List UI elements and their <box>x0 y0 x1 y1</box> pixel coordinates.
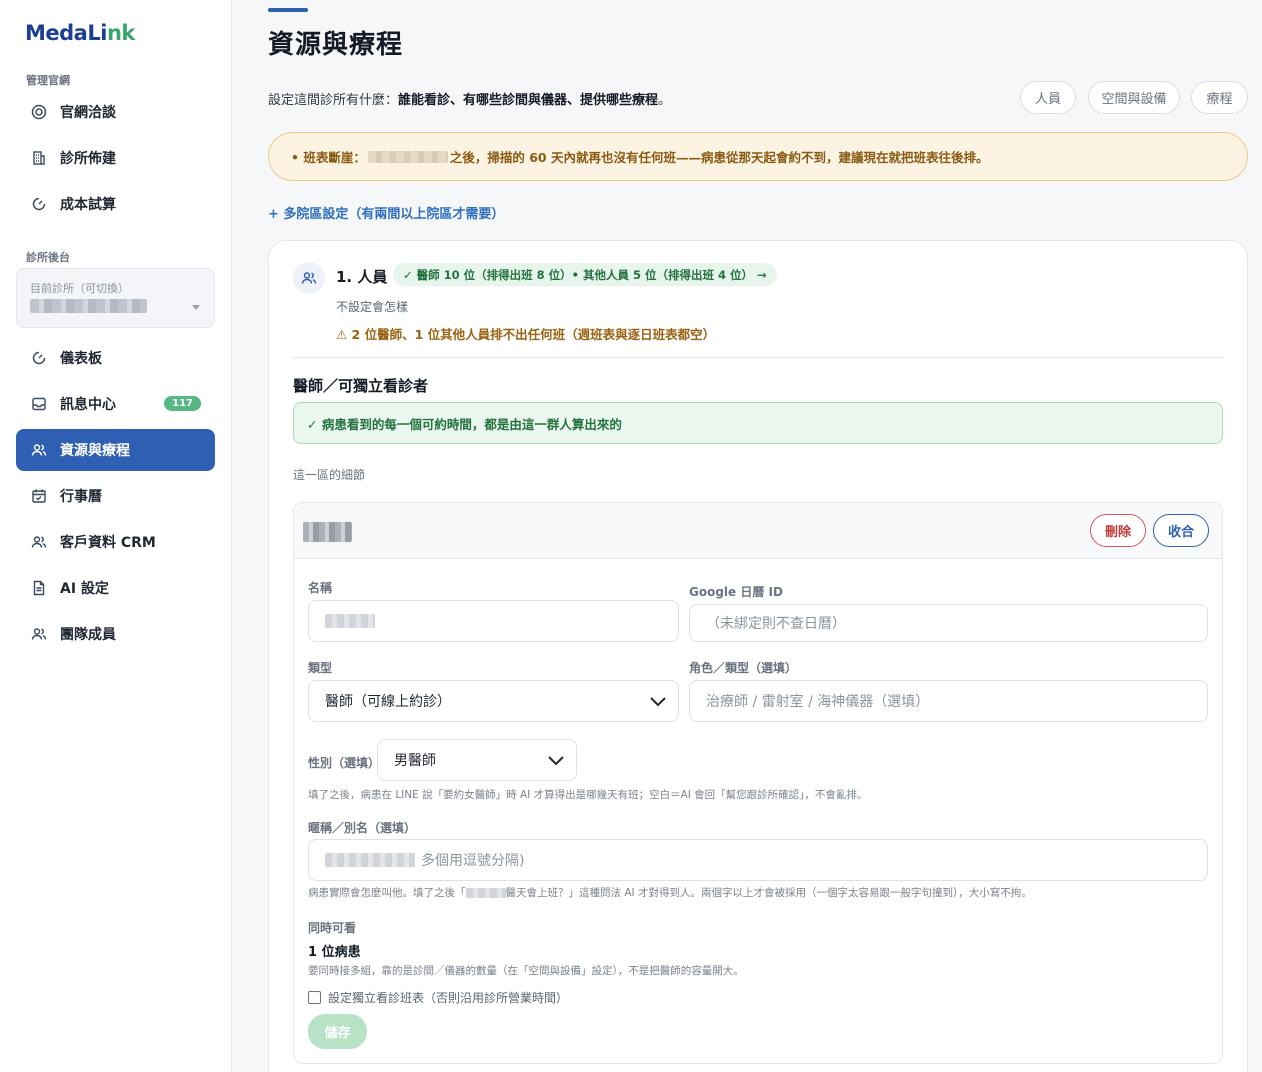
type-select[interactable]: 醫師（可線上約診） <box>308 680 679 722</box>
document-icon <box>30 579 48 597</box>
gcal-id-input[interactable]: （未綁定則不查日曆） <box>689 604 1208 642</box>
section-description: 不設定會怎樣 <box>336 300 409 314</box>
chevron-down-icon <box>192 305 200 310</box>
schedule-cliff-warning: • 班表斷崖： 之後，掃描的 60 天內就再也沒有任何班——病患從那天起會約不到，… <box>268 132 1248 181</box>
gauge-icon <box>30 195 48 213</box>
sidebar-item-label: 客戶資料 CRM <box>60 535 156 551</box>
page-subtitle: 設定這間診所有什麼：誰能看診、有哪些診間與儀器、提供哪些療程。 <box>268 93 672 108</box>
schedule-checkbox-label: 設定獨立看診班表（否則沿用診所營業時間） <box>328 991 569 1005</box>
building-icon <box>30 149 48 167</box>
sidebar-item-dashboard[interactable]: 儀表板 <box>16 337 215 379</box>
sidebar: MedaLink 管理官網 官網洽談 診所佈建 成本試算 診所後台 目前診所（可… <box>0 0 232 1072</box>
sidebar-item-resources[interactable]: 資源與療程 <box>16 429 215 471</box>
jump-pill-staff[interactable]: 人員 <box>1020 81 1076 114</box>
sidebar-item-site-consult[interactable]: 官網洽談 <box>16 91 215 133</box>
role-input[interactable]: 治療師 / 雷射室 / 海神儀器（選填） <box>689 680 1208 722</box>
doctor-editor-header: 刪除 收合 <box>294 503 1222 559</box>
jump-pill-rooms[interactable]: 空間與設備 <box>1088 81 1180 114</box>
type-label: 類型 <box>308 661 333 675</box>
staff-section-card: 1. 人員 ✓ 醫師 10 位（排得出班 8 位）• 其他人員 5 位（排得出班… <box>268 240 1248 1072</box>
sidebar-item-crm[interactable]: 客戶資料 CRM <box>16 521 215 563</box>
sidebar-item-team[interactable]: 團隊成員 <box>16 613 215 655</box>
inbox-icon <box>30 395 48 413</box>
sidebar-item-label: 診所佈建 <box>60 151 116 167</box>
gender-hint: 填了之後，病患在 LINE 說「要約女醫師」時 AI 才算得出是哪幾天有班；空白… <box>308 789 868 801</box>
section-title: 1. 人員 <box>336 268 388 286</box>
name-input[interactable] <box>308 600 679 642</box>
nickname-input[interactable]: 多個用逗號分隔) <box>308 839 1208 881</box>
sidebar-item-ai-settings[interactable]: AI 設定 <box>16 567 215 609</box>
gender-label: 性別（選填） <box>308 756 381 770</box>
clinic-name-redacted <box>30 299 147 313</box>
doctors-heading: 醫師／可獨立看診者 <box>293 377 429 395</box>
delete-button[interactable]: 刪除 <box>1090 514 1146 547</box>
doctors-success-message: ✓ 病患看到的每一個可約時間，都是由這一群人算出來的 <box>293 402 1223 444</box>
name-value-redacted <box>325 614 375 628</box>
concurrent-value: 1 位病患 <box>308 945 361 960</box>
users-icon <box>30 533 48 551</box>
nickname-hint: 病患實際會怎麼叫他。填了之後「 醫天會上班？」這種問法 AI 才對得到人。兩個字以… <box>308 887 1032 899</box>
section-label-backend: 診所後台 <box>26 251 70 264</box>
schedule-checkbox[interactable]: 設定獨立看診班表（否則沿用診所營業時間） <box>308 989 568 1006</box>
users-icon <box>293 262 325 294</box>
gauge-icon <box>30 349 48 367</box>
jump-pill-treatments[interactable]: 療程 <box>1191 81 1248 114</box>
concurrent-label: 同時可看 <box>308 921 357 935</box>
clinic-switcher-caption: 目前診所（可切換） <box>30 282 129 295</box>
unread-count-badge: 117 <box>164 396 201 411</box>
sidebar-item-label: 資源與療程 <box>60 443 130 459</box>
target-icon <box>30 103 48 121</box>
sidebar-item-clinic-setup[interactable]: 診所佈建 <box>16 137 215 179</box>
type-select-value: 醫師（可線上約診） <box>325 694 451 710</box>
checkbox-box[interactable] <box>308 991 321 1004</box>
clinic-switcher[interactable]: 目前診所（可切換） <box>16 268 215 328</box>
sidebar-item-label: 成本試算 <box>60 197 116 213</box>
chevron-down-icon <box>548 756 564 766</box>
users-icon <box>30 625 48 643</box>
sidebar-item-label: 團隊成員 <box>60 627 116 643</box>
chevron-down-icon <box>650 697 666 707</box>
brand-logo[interactable]: MedaLink <box>25 21 135 45</box>
sidebar-item-calendar[interactable]: 行事曆 <box>16 475 215 517</box>
detail-label: 這一區的細節 <box>293 468 366 482</box>
main-content: 資源與療程 設定這間診所有什麼：誰能看診、有哪些診間與儀器、提供哪些療程。 人員… <box>232 0 1262 1072</box>
gender-select-value: 男醫師 <box>394 753 436 769</box>
sidebar-item-label: 官網洽談 <box>60 105 116 121</box>
sidebar-item-inbox[interactable]: 訊息中心 117 <box>16 383 215 425</box>
unscheduled-staff-warning: ⚠ 2 位醫師、1 位其他人員排不出任何班（週班表與逐日班表都空） <box>336 327 716 342</box>
sidebar-item-label: 儀表板 <box>60 351 102 367</box>
users-icon <box>30 441 48 459</box>
sidebar-item-label: AI 設定 <box>60 581 109 597</box>
gcal-id-label: Google 日曆 ID <box>689 585 783 599</box>
calendar-icon <box>30 487 48 505</box>
sidebar-item-label: 行事曆 <box>60 489 102 505</box>
nickname-label: 暱稱／別名（選填） <box>308 821 417 835</box>
sidebar-item-cost-calc[interactable]: 成本試算 <box>16 183 215 225</box>
multi-site-link[interactable]: + 多院區設定（有兩間以上院區才需要） <box>268 203 504 222</box>
section-divider <box>293 357 1223 358</box>
doctor-name-redacted <box>303 522 352 542</box>
role-label: 角色／類型（選填） <box>689 661 798 675</box>
gender-select[interactable]: 男醫師 <box>377 739 577 781</box>
section-label-site: 管理官網 <box>26 74 70 87</box>
page-title: 資源與療程 <box>268 30 404 60</box>
nickname-value-redacted <box>325 853 415 867</box>
redacted-date <box>367 150 448 163</box>
collapse-button[interactable]: 收合 <box>1153 514 1209 547</box>
sidebar-item-label: 訊息中心 <box>60 397 116 413</box>
save-button[interactable]: 儲存 <box>308 1014 367 1049</box>
concurrent-hint: 要同時接多組，靠的是診間／儀器的數量（在「空間與設備」設定），不是把醫師的容量開… <box>308 965 744 977</box>
name-label: 名稱 <box>308 581 333 595</box>
staff-status-chip[interactable]: ✓ 醫師 10 位（排得出班 8 位）• 其他人員 5 位（排得出班 4 位） … <box>393 263 777 286</box>
doctor-editor-card: 刪除 收合 名稱 Google 日曆 ID （未綁定則不查日曆） 類型 醫師（可… <box>293 502 1223 1064</box>
title-accent-bar <box>268 8 308 12</box>
